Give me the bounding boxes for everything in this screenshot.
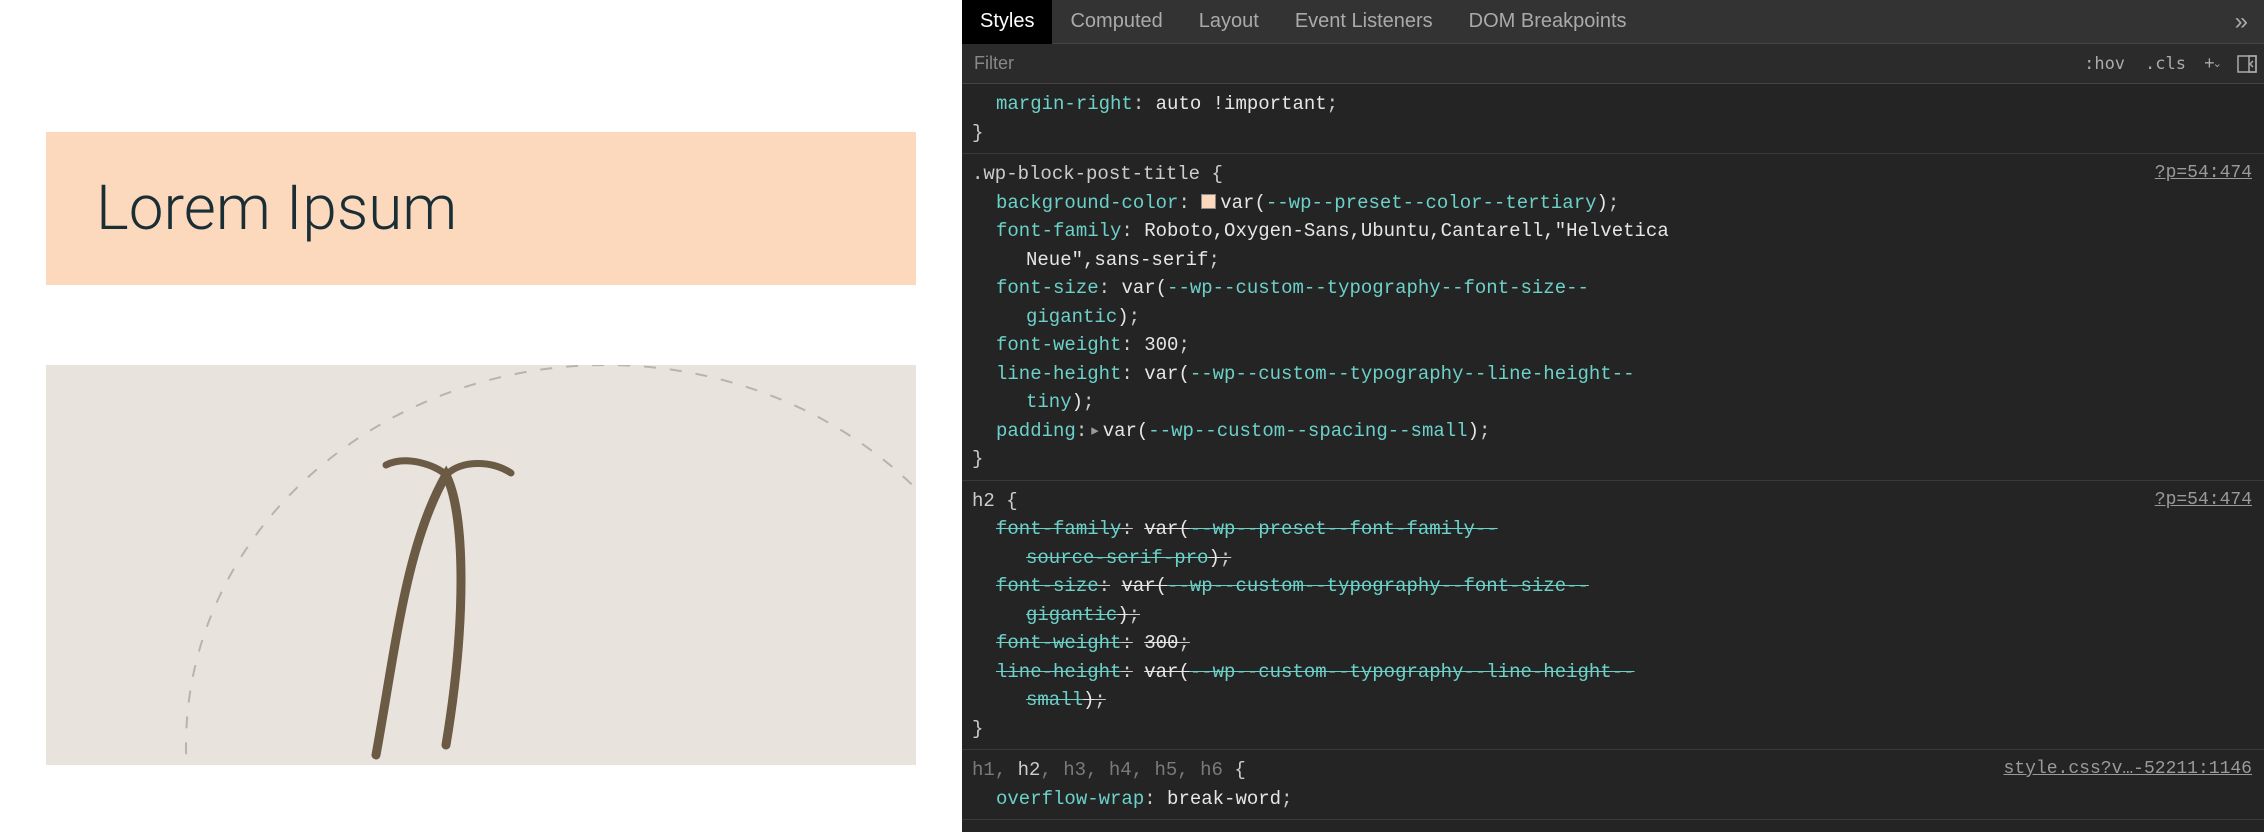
css-rule: ?p=54:474h2 {font-family: var(--wp--pres… (962, 481, 2264, 751)
rule-selector[interactable]: h2 (972, 490, 995, 512)
tab-dom-breakpoints[interactable]: DOM Breakpoints (1451, 0, 1645, 44)
hov-toggle[interactable]: :hov (2074, 50, 2135, 78)
css-declaration[interactable]: font-weight: 300; (972, 629, 2254, 658)
css-declaration[interactable]: font-family: Roboto,Oxygen-Sans,Ubuntu,C… (972, 217, 2254, 274)
css-rule: margin-right: auto !important;} (962, 84, 2264, 154)
styles-filter-input[interactable] (962, 44, 2074, 83)
css-declaration[interactable]: font-size: var(--wp--custom--typography-… (972, 572, 2254, 629)
css-declaration[interactable]: line-height: var(--wp--custom--typograph… (972, 360, 2254, 417)
devtools-panel: Styles Computed Layout Event Listeners D… (962, 0, 2264, 832)
css-declaration[interactable]: font-family: var(--wp--preset--font-fami… (972, 515, 2254, 572)
page-preview: Lorem Ipsum (0, 0, 962, 832)
css-declaration[interactable]: background-color: var(--wp--preset--colo… (972, 189, 2254, 218)
styles-toolbar: :hov .cls +⌄ (962, 44, 2264, 84)
rule-source-link[interactable]: ?p=54:474 (2155, 160, 2252, 187)
devtools-tabs: Styles Computed Layout Event Listeners D… (962, 0, 2264, 44)
css-declaration[interactable]: overflow-wrap: break-word; (972, 785, 2254, 814)
rule-selector[interactable]: .wp-block-post-title (972, 163, 1200, 185)
post-title[interactable]: Lorem Ipsum (46, 132, 916, 285)
tab-event-listeners[interactable]: Event Listeners (1277, 0, 1451, 44)
rule-close-brace: } (972, 445, 2254, 474)
css-rule: ?p=54:474.wp-block-post-title {backgroun… (962, 154, 2264, 481)
css-declaration[interactable]: margin-right: auto !important; (972, 90, 2254, 119)
tabs-overflow-icon[interactable]: » (2219, 8, 2264, 36)
color-swatch[interactable] (1201, 194, 1216, 209)
expand-shorthand-icon[interactable]: ▸ (1089, 417, 1100, 446)
new-style-rule-button[interactable]: +⌄ (2196, 47, 2230, 81)
styles-rules-list[interactable]: margin-right: auto !important;} ?p=54:474… (962, 84, 2264, 832)
css-declaration[interactable]: font-weight: 300; (972, 331, 2254, 360)
tab-computed[interactable]: Computed (1052, 0, 1180, 44)
rule-source-link[interactable]: style.css?v…-52211:1146 (2004, 756, 2252, 783)
featured-image (46, 365, 916, 765)
toggle-sidebar-icon[interactable] (2230, 47, 2264, 81)
css-declaration[interactable]: padding:▸var(--wp--custom--spacing--smal… (972, 417, 2254, 446)
css-declaration[interactable]: font-size: var(--wp--custom--typography-… (972, 274, 2254, 331)
tab-styles[interactable]: Styles (962, 0, 1052, 44)
rule-source-link[interactable]: ?p=54:474 (2155, 487, 2252, 514)
css-rule: style.css?v…-52211:1146 h1, h2, h3, h4, h… (962, 750, 2264, 820)
rule-close-brace: } (972, 119, 2254, 148)
rule-selector[interactable]: h1, h2, h3, h4, h5, h6 (972, 759, 1223, 781)
rule-close-brace: } (972, 715, 2254, 744)
tab-layout[interactable]: Layout (1181, 0, 1277, 44)
cls-toggle[interactable]: .cls (2135, 50, 2196, 78)
css-declaration[interactable]: line-height: var(--wp--custom--typograph… (972, 658, 2254, 715)
